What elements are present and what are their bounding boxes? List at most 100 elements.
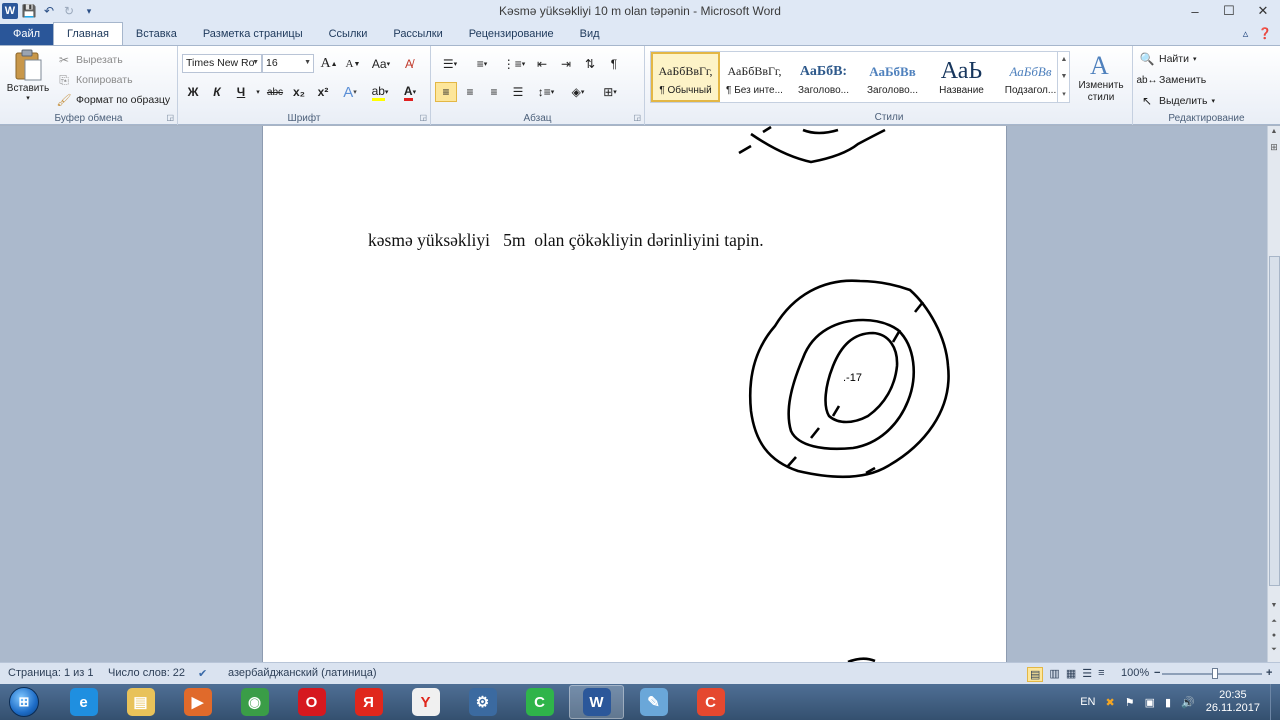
taskbar-camtasia-recorder[interactable]: C	[683, 685, 738, 719]
network-icon[interactable]: ▮	[1165, 696, 1171, 709]
taskbar-settings[interactable]: ⚙	[455, 685, 510, 719]
taskbar-internet-explorer[interactable]: e	[56, 685, 111, 719]
align-center-icon[interactable]: ≡	[459, 82, 481, 102]
flag-icon[interactable]: ⚑	[1125, 696, 1135, 709]
style-heading-2[interactable]: АаБбВв Заголово...	[858, 52, 927, 102]
find-button[interactable]: 🔍 Найти ▾	[1139, 51, 1197, 67]
help-icon[interactable]: ❓	[1258, 27, 1272, 40]
styles-gallery-scroll[interactable]: ▲ ▼ ▾	[1057, 51, 1070, 103]
volume-icon[interactable]: 🔊	[1181, 696, 1195, 709]
numbering-icon[interactable]: ≡ ▾	[467, 54, 497, 74]
word-count[interactable]: Число слов: 22	[108, 667, 185, 679]
align-left-icon[interactable]: ≡	[435, 82, 457, 102]
style-no-spacing[interactable]: АаБбВвГг, ¶ Без инте...	[720, 52, 789, 102]
more-styles-icon[interactable]: ▾	[1062, 90, 1066, 98]
zoom-level[interactable]: 100%	[1121, 667, 1149, 679]
bold-button[interactable]: Ж	[182, 82, 204, 102]
draft-icon[interactable]: ≡	[1098, 667, 1104, 682]
bullets-icon[interactable]: ☰ ▾	[435, 54, 465, 74]
copy-button[interactable]: ⎘ Копировать	[56, 72, 132, 88]
minimize-ribbon-icon[interactable]: ▵	[1243, 27, 1249, 40]
taskbar-file-explorer[interactable]: ▤	[113, 685, 168, 719]
highlight-icon[interactable]: ab ▾	[366, 82, 394, 102]
tab-view[interactable]: Вид	[567, 24, 613, 45]
change-case-button[interactable]: Aa ▾	[366, 54, 396, 74]
zoom-slider[interactable]	[1162, 668, 1262, 679]
grow-font-icon[interactable]: A ▲	[318, 54, 340, 74]
italic-button[interactable]: К	[206, 82, 228, 102]
superscript-button[interactable]: x²	[312, 82, 334, 102]
strikethrough-button[interactable]: abc	[264, 82, 286, 102]
taskbar-media-player[interactable]: ▶	[170, 685, 225, 719]
scroll-down-icon[interactable]: ▼	[1268, 602, 1280, 609]
borders-icon[interactable]: ⊞ ▾	[595, 82, 625, 102]
ruler-toggle-icon[interactable]: ⊞	[1268, 142, 1280, 153]
full-screen-reading-icon[interactable]: ▥	[1049, 667, 1059, 682]
tab-page-layout[interactable]: Разметка страницы	[190, 24, 316, 45]
clear-formatting-icon[interactable]: A̸	[398, 54, 420, 74]
underline-button[interactable]: Ч	[230, 82, 252, 102]
start-button[interactable]: ⊞	[0, 684, 48, 720]
align-right-icon[interactable]: ≡	[483, 82, 505, 102]
style-title[interactable]: АаЬ Название	[927, 52, 996, 102]
zoom-out-icon[interactable]: −	[1154, 667, 1160, 679]
line-spacing-icon[interactable]: ↕≡ ▾	[531, 82, 561, 102]
taskbar-chrome[interactable]: ◉	[227, 685, 282, 719]
shading-icon[interactable]: ◈ ▾	[563, 82, 593, 102]
document-page[interactable]: kəsmə yüksəkliyi 5m olan çökəkliyin dəri…	[262, 126, 1007, 662]
taskbar-yandex[interactable]: Я	[341, 685, 396, 719]
redo-icon[interactable]: ↻	[60, 2, 78, 20]
browse-object-icon[interactable]: ●	[1268, 632, 1280, 639]
tray-app-icon[interactable]: ✖	[1105, 696, 1114, 709]
minimize-button[interactable]: ‒	[1178, 0, 1212, 22]
scroll-down-icon[interactable]: ▼	[1061, 73, 1068, 80]
text-effects-icon[interactable]: A ▾	[336, 82, 364, 102]
show-marks-icon[interactable]: ¶	[603, 54, 625, 74]
taskbar-paint[interactable]: ✎	[626, 685, 681, 719]
maximize-button[interactable]: ☐	[1212, 0, 1246, 22]
taskbar-camtasia[interactable]: C	[512, 685, 567, 719]
paste-dropdown-icon[interactable]: ▾	[26, 94, 30, 102]
web-layout-icon[interactable]: ▦	[1066, 667, 1076, 682]
close-button[interactable]: ✕	[1246, 0, 1280, 22]
proofing-icon[interactable]: ✔	[198, 667, 207, 680]
style-heading-1[interactable]: АаБбВ: Заголово...	[789, 52, 858, 102]
decrease-indent-icon[interactable]: ⇤	[531, 54, 553, 74]
subscript-button[interactable]: x₂	[288, 82, 310, 102]
shrink-font-icon[interactable]: A ▼	[342, 54, 364, 74]
customize-qat-icon[interactable]: ▾	[80, 2, 98, 20]
clock[interactable]: 20:35 26.11.2017	[1206, 689, 1260, 715]
justify-icon[interactable]: ☰	[507, 82, 529, 102]
sort-icon[interactable]: ⇅	[579, 54, 601, 74]
prev-page-icon[interactable]: ⏶	[1268, 618, 1280, 626]
underline-dropdown-icon[interactable]: ▾	[254, 82, 262, 102]
scroll-up-icon[interactable]: ▲	[1061, 56, 1068, 63]
device-icon[interactable]: ▣	[1145, 696, 1155, 709]
tab-review[interactable]: Рецензирование	[456, 24, 567, 45]
select-button[interactable]: ↖ Выделить ▾	[1139, 93, 1215, 109]
clipboard-launcher-icon[interactable]: ◲	[166, 113, 174, 122]
taskbar-word[interactable]: W	[569, 685, 624, 719]
zoom-slider-thumb[interactable]	[1212, 668, 1218, 679]
paste-button[interactable]: Вставить ▾	[4, 49, 52, 102]
tab-insert[interactable]: Вставка	[123, 24, 190, 45]
font-color-icon[interactable]: A ▾	[396, 82, 424, 102]
format-painter-button[interactable]: 🖌 Формат по образцу	[56, 92, 170, 108]
increase-indent-icon[interactable]: ⇥	[555, 54, 577, 74]
font-family-select[interactable]: Times New Ro ▼	[182, 54, 262, 73]
tab-file[interactable]: Файл	[0, 24, 54, 45]
paragraph-launcher-icon[interactable]: ◲	[633, 113, 641, 122]
language-indicator[interactable]: азербайджанский (латиница)	[228, 667, 377, 679]
multilevel-list-icon[interactable]: ⋮≡ ▾	[499, 54, 529, 74]
save-icon[interactable]: 💾	[20, 2, 38, 20]
vertical-scrollbar[interactable]: ▲ ⊞ ▼ ⏶ ● ⏷	[1267, 126, 1280, 662]
word-logo-icon[interactable]: W	[2, 3, 18, 19]
undo-icon[interactable]: ↶	[40, 2, 58, 20]
taskbar-yandex-browser[interactable]: Y	[398, 685, 453, 719]
style-subtitle[interactable]: АаБбВв Подзагол...	[996, 52, 1065, 102]
replace-button[interactable]: ab↔ Заменить	[1136, 72, 1206, 88]
outline-icon[interactable]: ☰	[1082, 667, 1092, 682]
page-count[interactable]: Страница: 1 из 1	[8, 667, 94, 679]
language-bar[interactable]: EN	[1080, 696, 1095, 708]
tab-home[interactable]: Главная	[53, 22, 123, 45]
